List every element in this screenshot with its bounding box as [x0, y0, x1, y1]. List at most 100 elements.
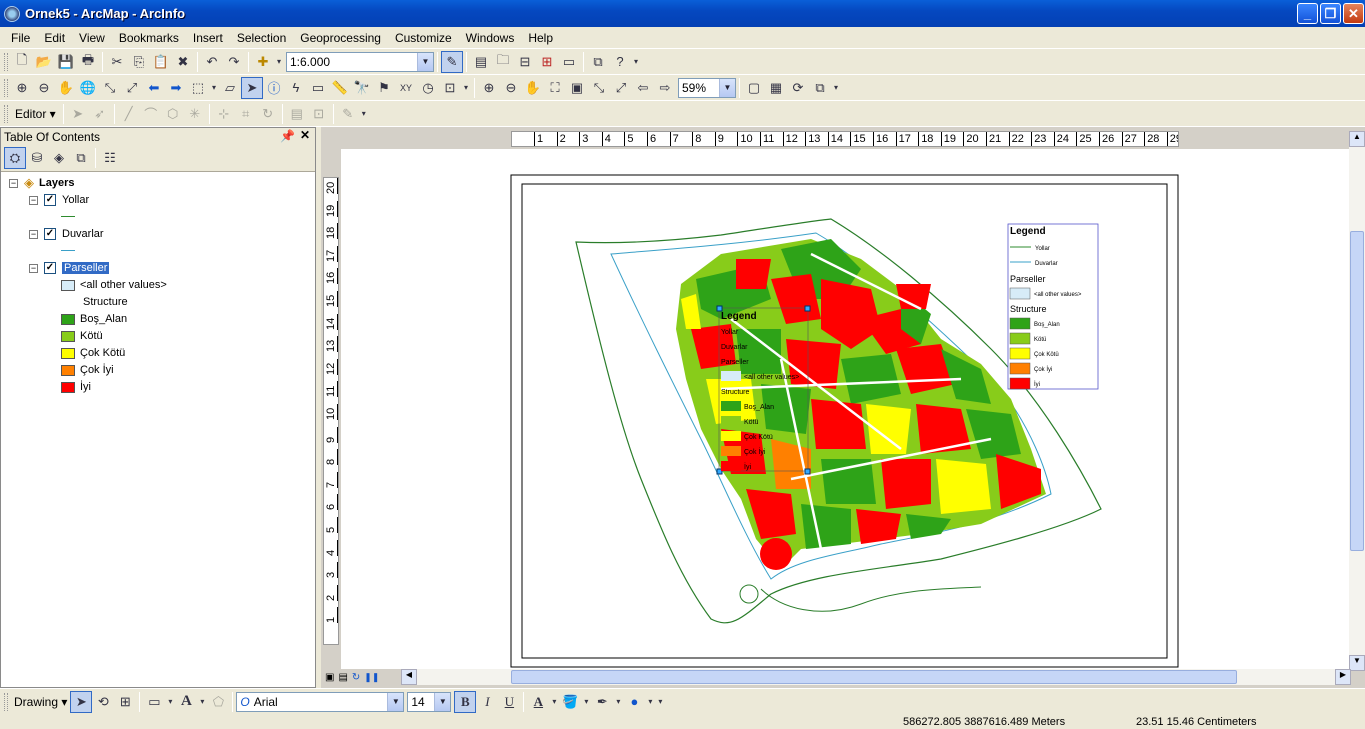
- visibility-checkbox[interactable]: ✓: [44, 262, 56, 274]
- font-color-icon[interactable]: A: [527, 691, 549, 713]
- python-window-icon[interactable]: ▭: [558, 51, 580, 73]
- layout-page[interactable]: Legend Legend Yollar Duvarlar Parseller …: [341, 149, 1351, 669]
- list-by-drawing-order-icon[interactable]: ⛭: [4, 147, 26, 169]
- full-extent-icon[interactable]: 🌐: [77, 77, 99, 99]
- yollar-symbol[interactable]: [61, 208, 75, 224]
- fixed-zoom-in-layout-icon[interactable]: ⤡: [588, 77, 610, 99]
- visibility-checkbox[interactable]: ✓: [44, 194, 56, 206]
- list-by-selection-icon[interactable]: ⧉: [70, 147, 92, 169]
- cut-icon[interactable]: ✂: [106, 51, 128, 73]
- search-window-icon[interactable]: ⊟: [514, 51, 536, 73]
- line-color-icon[interactable]: ✒: [591, 691, 613, 713]
- modelbuilder-icon[interactable]: ⧉: [587, 51, 609, 73]
- cut-polygons-icon[interactable]: ⌗: [235, 103, 257, 125]
- toggle-draft-mode-icon[interactable]: ▢: [743, 77, 765, 99]
- chevron-down-icon[interactable]: ▾: [613, 691, 623, 713]
- pan-hand-icon[interactable]: ✋: [55, 77, 77, 99]
- menu-geoprocessing[interactable]: Geoprocessing: [293, 28, 388, 48]
- scroll-up-icon[interactable]: ▲: [1349, 131, 1365, 147]
- toolbar-grip[interactable]: [4, 104, 8, 123]
- print-icon[interactable]: 🖶: [77, 51, 99, 73]
- fixed-zoom-out-icon[interactable]: ⤢: [121, 77, 143, 99]
- map-legend[interactable]: Legend Yollar Duvarlar Parseller <all ot…: [1007, 223, 1099, 390]
- arctoolbox-icon[interactable]: ⊞: [536, 51, 558, 73]
- toolbar-grip[interactable]: [4, 692, 8, 711]
- zoom-100-icon[interactable]: ▣: [566, 77, 588, 99]
- data-view-icon[interactable]: ▣: [325, 672, 334, 683]
- sketch-properties-icon[interactable]: ⊡: [308, 103, 330, 125]
- layout-pan-icon[interactable]: ✋: [522, 77, 544, 99]
- focus-data-frame-icon[interactable]: ▦: [765, 77, 787, 99]
- whats-this-help-icon[interactable]: ?: [609, 51, 631, 73]
- layout-view[interactable]: 1 2 3 4 5 6 7 8 9 10 11 12 13 14 15 16 17 18 19 20 21 22 23 24 2…: [321, 127, 1365, 688]
- straight-segment-icon[interactable]: ╱: [118, 103, 140, 125]
- toolbar-grip[interactable]: [4, 52, 8, 71]
- edit-annotation-icon[interactable]: ➶: [89, 103, 111, 125]
- new-document-icon[interactable]: 🗋: [11, 51, 33, 73]
- zoom-out-icon[interactable]: ⊖: [33, 77, 55, 99]
- menu-file[interactable]: File: [4, 28, 37, 48]
- go-back-extent-icon[interactable]: ⇦: [632, 77, 654, 99]
- select-elements-icon[interactable]: ➤: [241, 76, 263, 99]
- class-item[interactable]: İyi: [61, 379, 91, 395]
- chevron-down-icon[interactable]: ▾: [197, 691, 207, 713]
- selection-handle[interactable]: [804, 468, 811, 475]
- text-tool-icon[interactable]: A: [175, 691, 197, 713]
- toc-options-icon[interactable]: ☷: [99, 147, 121, 169]
- collapse-icon[interactable]: −: [29, 229, 38, 239]
- scroll-right-icon[interactable]: ▶: [1335, 669, 1351, 685]
- layer-duvarlar[interactable]: − ✓ Duvarlar: [29, 226, 104, 242]
- toolbar-grip[interactable]: [4, 78, 8, 97]
- table-of-contents-icon[interactable]: ▤: [470, 51, 492, 73]
- editor-toolbar-icon[interactable]: ✎: [441, 50, 463, 73]
- collapse-icon[interactable]: −: [29, 263, 38, 273]
- class-item[interactable]: Çok Kötü: [61, 345, 125, 361]
- menu-view[interactable]: View: [72, 28, 112, 48]
- map-scale-combo[interactable]: 1:6.000 ▼: [286, 51, 434, 72]
- list-by-visibility-icon[interactable]: ◈: [48, 147, 70, 169]
- layout-zoom-in-icon[interactable]: ⊕: [478, 77, 500, 99]
- zoom-whole-page-icon[interactable]: ⛶: [544, 77, 566, 99]
- scroll-left-icon[interactable]: ◀: [401, 669, 417, 685]
- fixed-zoom-in-icon[interactable]: ⤡: [99, 77, 121, 99]
- collapse-icon[interactable]: −: [9, 178, 18, 188]
- pause-drawing-icon[interactable]: ❚❚: [364, 672, 379, 683]
- scroll-thumb[interactable]: [1350, 231, 1364, 551]
- class-item[interactable]: Çok İyi: [61, 362, 114, 378]
- html-popup-icon[interactable]: ▭: [307, 77, 329, 99]
- go-forward-extent-icon[interactable]: ⇨: [654, 77, 676, 99]
- fill-color-icon[interactable]: 🪣: [559, 691, 581, 713]
- chevron-down-icon[interactable]: ▾: [209, 77, 219, 99]
- copy-icon[interactable]: ⎘: [128, 51, 150, 73]
- open-folder-icon[interactable]: 📂: [33, 51, 55, 73]
- collapse-icon[interactable]: −: [29, 195, 38, 205]
- chevron-down-icon[interactable]: ▾: [165, 691, 175, 713]
- duvarlar-symbol[interactable]: [61, 242, 75, 258]
- menu-insert[interactable]: Insert: [186, 28, 230, 48]
- menu-windows[interactable]: Windows: [459, 28, 522, 48]
- create-viewer-icon[interactable]: ⊡: [439, 77, 461, 99]
- selection-handle[interactable]: [804, 305, 811, 312]
- rectangle-icon[interactable]: ▭: [143, 691, 165, 713]
- layers-root[interactable]: − ◈ Layers: [9, 175, 74, 191]
- marker-color-icon[interactable]: ●: [623, 691, 645, 713]
- list-by-source-icon[interactable]: ⛁: [26, 147, 48, 169]
- menu-edit[interactable]: Edit: [37, 28, 72, 48]
- font-size-combo[interactable]: 14 ▼: [407, 691, 452, 712]
- paste-icon[interactable]: 📋: [150, 51, 172, 73]
- menu-bookmarks[interactable]: Bookmarks: [112, 28, 186, 48]
- find-route-icon[interactable]: ⚑: [373, 77, 395, 99]
- select-features-icon[interactable]: ⬚: [187, 77, 209, 99]
- time-slider-icon[interactable]: ◷: [417, 77, 439, 99]
- change-layout-icon[interactable]: ⟳: [787, 77, 809, 99]
- drawing-menu[interactable]: Drawing ▾: [11, 695, 70, 709]
- find-icon[interactable]: 🔭: [351, 77, 373, 99]
- split-tool-icon[interactable]: ⊹: [213, 103, 235, 125]
- close-icon[interactable]: ✕: [300, 128, 310, 142]
- delete-icon[interactable]: ✖: [172, 51, 194, 73]
- layout-view-icon[interactable]: ▤: [338, 672, 347, 683]
- end-point-arc-icon[interactable]: ⌒: [140, 103, 162, 125]
- rotate-icon[interactable]: ⟲: [92, 691, 114, 713]
- toolbar-options-icon[interactable]: ▾: [655, 691, 665, 713]
- measure-icon[interactable]: 📏: [329, 77, 351, 99]
